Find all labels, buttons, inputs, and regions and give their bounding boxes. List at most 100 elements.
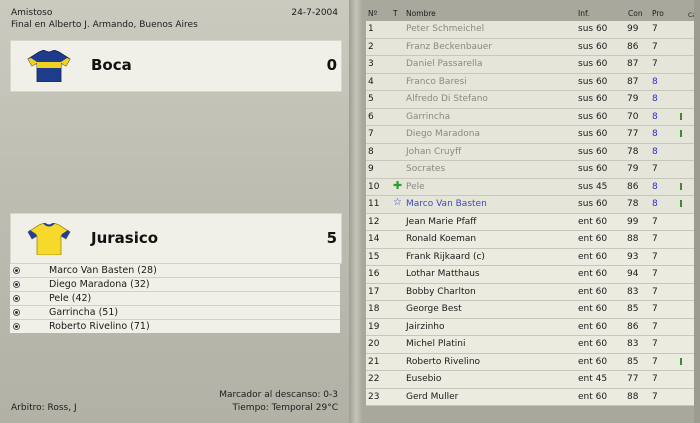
player-inf: sus 45 xyxy=(578,181,608,192)
player-con: 70 xyxy=(627,111,639,122)
table-row[interactable]: 15 Frank Rijkaard (c) ent 60 93 7 xyxy=(366,248,696,266)
table-row[interactable]: 10 ✚ Pele sus 45 86 8 xyxy=(366,178,696,196)
player-name: Ronald Koeman xyxy=(406,234,477,244)
player-number: 18 xyxy=(368,304,380,314)
player-name: Jairzinho xyxy=(406,321,445,332)
player-name: Frank Rijkaard (c) xyxy=(406,251,485,262)
scorer-row: Pele (42) xyxy=(10,291,340,305)
player-number: 23 xyxy=(368,391,380,402)
col-num[interactable]: Nº xyxy=(368,9,377,18)
player-pro: 7 xyxy=(652,251,658,262)
player-pro: 7 xyxy=(652,374,658,384)
scorer-row: Diego Maradona (32) xyxy=(10,277,340,291)
col-pro[interactable]: Pro xyxy=(652,9,664,18)
home-team-box[interactable]: Boca 0 xyxy=(10,40,342,92)
table-row[interactable]: 8 Johan Cruyff sus 60 78 8 xyxy=(366,143,696,161)
player-con: 87 xyxy=(627,59,639,69)
table-row[interactable]: 20 Michel Platini ent 60 83 7 xyxy=(366,336,696,354)
player-name: Garrincha xyxy=(406,111,451,122)
player-con: 99 xyxy=(627,216,639,227)
table-row[interactable]: 12 Jean Marie Pfaff ent 60 99 7 xyxy=(366,213,696,231)
player-number: 15 xyxy=(368,251,380,262)
player-con: 86 xyxy=(627,181,639,192)
table-row[interactable]: 4 Franco Baresi sus 60 87 8 xyxy=(366,73,696,91)
player-con: 88 xyxy=(627,234,639,244)
player-number: 9 xyxy=(368,164,374,174)
scorers-list: Marco Van Basten (28) Diego Maradona (32… xyxy=(10,263,340,333)
col-t[interactable]: T xyxy=(393,9,398,18)
player-number: 21 xyxy=(368,356,380,367)
table-row[interactable]: 11 ☆ Marco Van Basten sus 60 78 8 xyxy=(366,196,696,214)
player-inf: sus 60 xyxy=(578,129,608,139)
table-row[interactable]: 17 Bobby Charlton ent 60 83 7 xyxy=(366,283,696,301)
player-pro: 7 xyxy=(652,321,658,332)
table-row[interactable]: 21 Roberto Rivelino ent 60 85 7 xyxy=(366,353,696,371)
player-con: 93 xyxy=(627,251,639,262)
player-con: 77 xyxy=(627,374,639,384)
player-inf: ent 60 xyxy=(578,286,608,297)
status-marker xyxy=(680,130,682,137)
plus-icon: ✚ xyxy=(393,178,403,192)
player-inf: sus 60 xyxy=(578,164,608,174)
player-inf: ent 45 xyxy=(578,374,608,384)
player-inf: ent 60 xyxy=(578,216,608,227)
player-pro: 8 xyxy=(652,76,658,87)
col-inf[interactable]: Inf. xyxy=(578,9,589,18)
player-con: 86 xyxy=(627,321,639,332)
player-number: 5 xyxy=(368,94,374,104)
scrollbar[interactable] xyxy=(694,0,700,423)
player-con: 85 xyxy=(627,304,639,314)
player-pro: 7 xyxy=(652,164,658,174)
player-number: 1 xyxy=(368,24,374,34)
player-number: 2 xyxy=(368,41,374,52)
player-con: 85 xyxy=(627,356,639,367)
player-number: 7 xyxy=(368,129,374,139)
player-con: 78 xyxy=(627,199,639,209)
table-row[interactable]: 23 Gerd Muller ent 60 88 7 xyxy=(366,388,696,406)
player-con: 79 xyxy=(627,94,639,104)
panel-divider[interactable] xyxy=(349,0,363,423)
col-con[interactable]: Con xyxy=(628,9,643,18)
away-kit-icon xyxy=(27,223,71,255)
table-row[interactable]: 7 Diego Maradona sus 60 77 8 xyxy=(366,126,696,144)
player-pro: 8 xyxy=(652,199,658,209)
table-row[interactable]: 2 Franz Beckenbauer sus 60 86 7 xyxy=(366,38,696,56)
player-name: Gerd Muller xyxy=(406,391,459,402)
halftime-score: Marcador al descanso: 0-3 xyxy=(219,390,338,400)
status-marker xyxy=(680,112,682,120)
match-summary-panel: Amistoso Final en Alberto J. Armando, Bu… xyxy=(0,0,349,423)
table-row[interactable]: 1 Peter Schmeichel sus 60 99 7 xyxy=(366,21,696,39)
table-row[interactable]: 5 Alfredo Di Stefano sus 60 79 8 xyxy=(366,91,696,109)
player-number: 6 xyxy=(368,111,374,122)
table-row[interactable]: 6 Garrincha sus 60 70 8 xyxy=(366,108,696,126)
player-pro: 7 xyxy=(652,286,658,297)
ball-icon xyxy=(13,281,20,288)
match-date: 24-7-2004 xyxy=(291,8,338,18)
player-pro: 7 xyxy=(652,339,658,349)
player-inf: sus 60 xyxy=(578,41,608,52)
table-row[interactable]: 3 Daniel Passarella sus 60 87 7 xyxy=(366,56,696,74)
player-number: 17 xyxy=(368,286,380,297)
away-team-box[interactable]: Jurasico 5 xyxy=(10,213,342,264)
player-con: 99 xyxy=(627,24,639,34)
player-con: 83 xyxy=(627,286,639,297)
table-row[interactable]: 9 Socrates sus 60 79 7 xyxy=(366,161,696,179)
player-name: Alfredo Di Stefano xyxy=(406,94,488,104)
table-row[interactable]: 14 Ronald Koeman ent 60 88 7 xyxy=(366,231,696,249)
player-con: 86 xyxy=(627,41,639,52)
player-inf: ent 60 xyxy=(578,391,608,402)
player-name: Pele xyxy=(406,181,425,192)
player-number: 22 xyxy=(368,374,380,384)
table-row[interactable]: 19 Jairzinho ent 60 86 7 xyxy=(366,318,696,336)
player-name: Diego Maradona xyxy=(406,129,480,139)
ball-icon xyxy=(13,309,20,316)
player-name: Socrates xyxy=(406,164,446,174)
table-row[interactable]: 22 Eusebio ent 45 77 7 xyxy=(366,371,696,389)
player-inf: ent 60 xyxy=(578,251,608,262)
player-name: George Best xyxy=(406,304,462,314)
player-con: 94 xyxy=(627,269,639,279)
player-inf: sus 60 xyxy=(578,76,608,87)
col-name[interactable]: Nombre xyxy=(406,9,436,18)
table-row[interactable]: 18 George Best ent 60 85 7 xyxy=(366,301,696,319)
table-row[interactable]: 16 Lothar Matthaus ent 60 94 7 xyxy=(366,266,696,284)
